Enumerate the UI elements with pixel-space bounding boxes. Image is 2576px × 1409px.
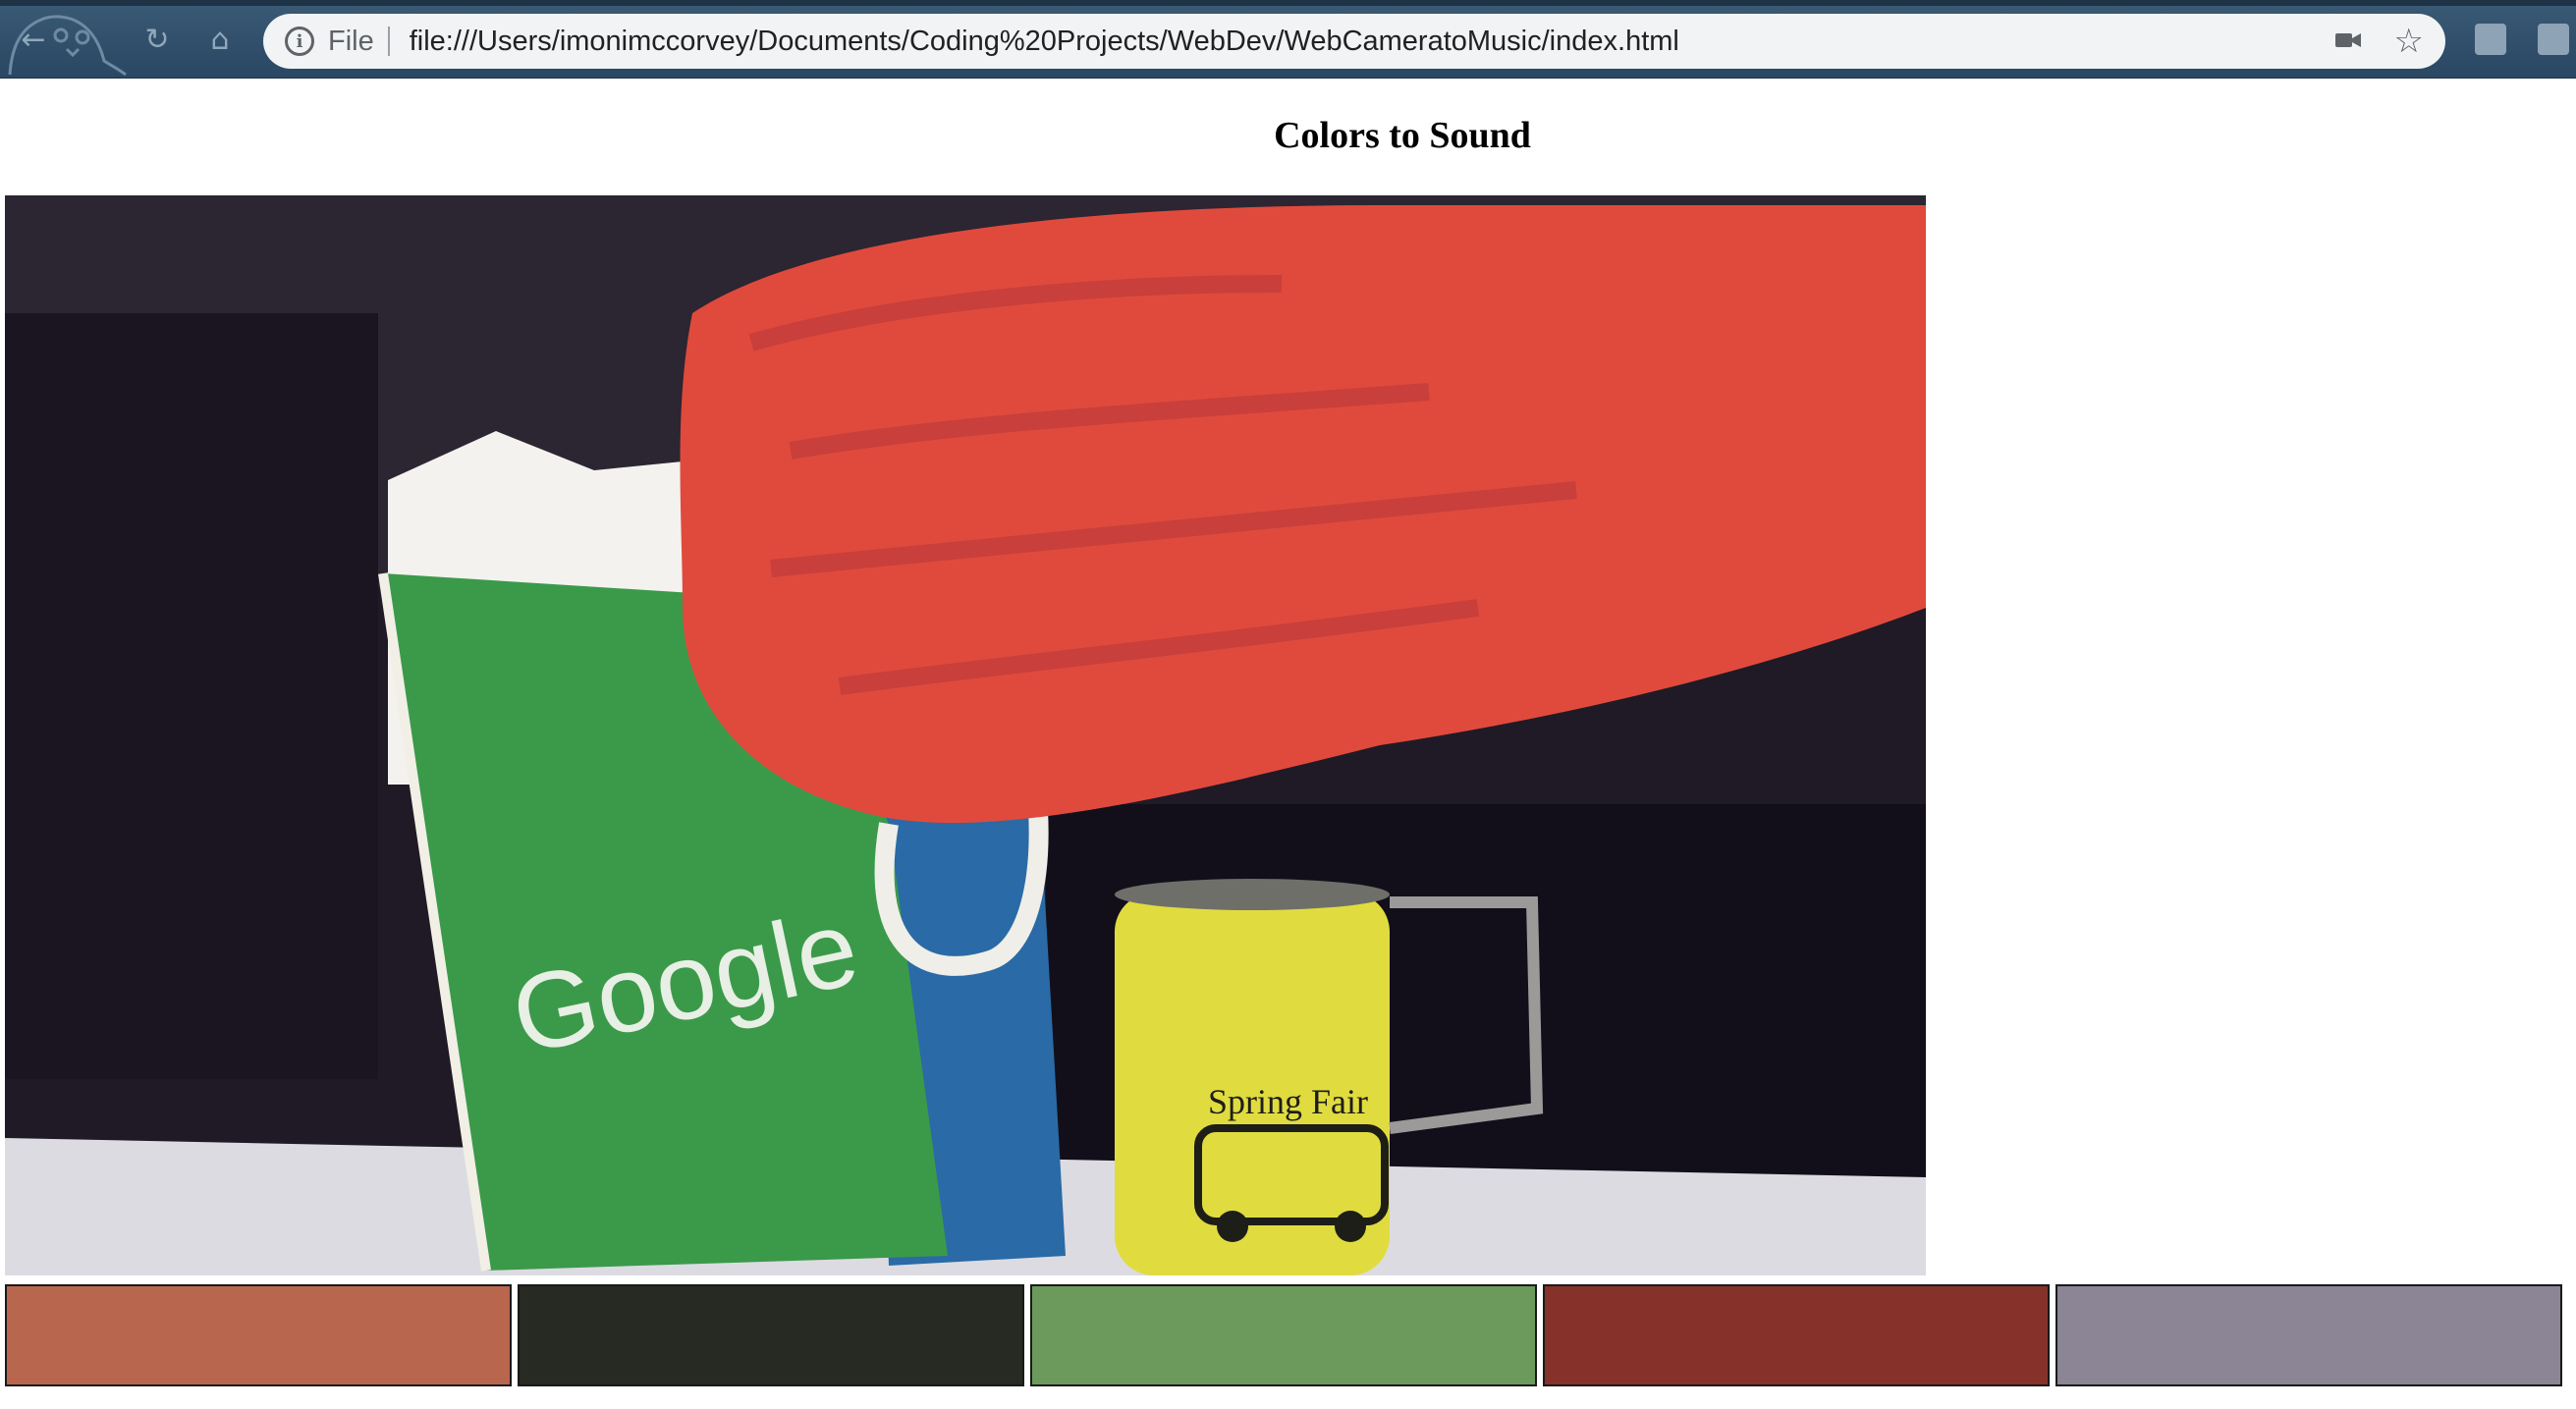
back-icon[interactable]: ← bbox=[14, 20, 53, 59]
address-bar[interactable]: i File file:///Users/imonimccorvey/Docum… bbox=[263, 14, 2445, 69]
mug-logo-text: Spring Fair bbox=[1208, 1082, 1368, 1121]
tab-strip bbox=[0, 0, 2576, 6]
star-icon[interactable]: ☆ bbox=[2394, 22, 2424, 61]
url-text[interactable]: file:///Users/imonimccorvey/Documents/Co… bbox=[410, 26, 1679, 58]
file-scheme-label: File bbox=[328, 25, 374, 57]
color-swatch bbox=[2055, 1284, 2562, 1386]
webcam-video: Google Spring Fair bbox=[5, 195, 1926, 1275]
extension-icon[interactable] bbox=[2475, 24, 2506, 55]
camera-icon[interactable] bbox=[2335, 30, 2361, 50]
color-swatch bbox=[1030, 1284, 1537, 1386]
color-swatch bbox=[518, 1284, 1024, 1386]
color-swatches bbox=[5, 1284, 2570, 1386]
page-title: Colors to Sound bbox=[1274, 115, 1531, 156]
color-swatch bbox=[5, 1284, 512, 1386]
address-separator bbox=[387, 27, 390, 56]
color-swatch bbox=[1543, 1284, 2050, 1386]
extension-icon[interactable] bbox=[2538, 24, 2569, 55]
browser-toolbar: ← ↻ ⌂ i File file:///Users/imonimccorvey… bbox=[0, 0, 2576, 79]
home-icon[interactable]: ⌂ bbox=[200, 20, 240, 59]
info-icon[interactable]: i bbox=[285, 27, 314, 56]
reload-icon[interactable]: ↻ bbox=[137, 20, 177, 59]
